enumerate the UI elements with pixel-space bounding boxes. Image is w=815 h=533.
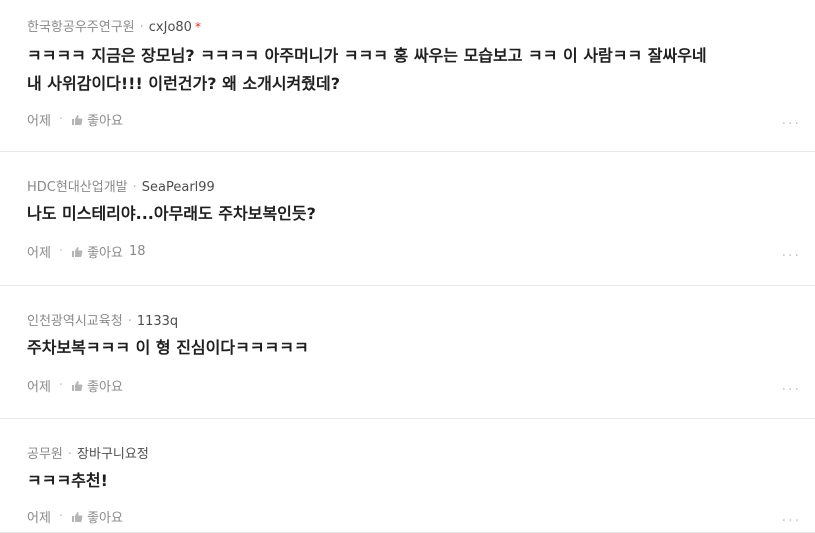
comment-username[interactable]: 장바구니요정 — [77, 447, 149, 462]
footer-separator: · — [58, 378, 64, 393]
like-button[interactable]: 좋아요 — [71, 376, 123, 395]
comment-text: 주차보복ㅋㅋㅋ 이 형 진심이다ㅋㅋㅋㅋㅋ — [27, 334, 795, 362]
comment-username[interactable]: SeaPearl99 — [142, 180, 215, 195]
comment-time: 어제 — [27, 511, 51, 526]
comment-time: 어제 — [27, 246, 51, 261]
footer-separator: · — [58, 509, 64, 524]
meta-separator: · — [132, 180, 137, 195]
meta-separator: · — [139, 20, 144, 35]
comment-org: HDC현대산업개발 — [27, 180, 128, 195]
comment-meta: 한국항공우주연구원 · cxJo80 * — [27, 16, 201, 35]
comment-text-line: 나도 미스테리야...아무래도 주차보복인듯? — [27, 204, 316, 223]
comment-org: 한국항공우주연구원 — [27, 20, 135, 35]
more-options-button[interactable]: ... — [782, 244, 801, 260]
comment-text-line: 내 사위감이다!!! 이런건가? 왜 소개시켜줬데? — [27, 74, 340, 93]
comment-item: HDC현대산업개발 · SeaPearl99 나도 미스테리야...아무래도 주차보… — [0, 152, 815, 286]
comment-meta: 인천광역시교육청 · 1133q — [27, 310, 178, 329]
comment-footer: 어제 · 좋아요 — [27, 507, 123, 526]
like-button[interactable]: 좋아요 — [71, 110, 123, 129]
comment-meta: 공무원 · 장바구니요정 — [27, 443, 149, 462]
more-options-button[interactable]: ... — [782, 378, 801, 394]
thumbs-up-icon — [72, 246, 83, 257]
comment-item: 인천광역시교육청 · 1133q 주차보복ㅋㅋㅋ 이 형 진심이다ㅋㅋㅋㅋㅋ 어제 … — [0, 286, 815, 419]
like-label: 좋아요 — [87, 114, 123, 129]
comment-org: 공무원 — [27, 447, 63, 462]
comment-text-line: ㅋㅋㅋㅋ 지금은 장모님? ㅋㅋㅋㅋ 아주머니가 ㅋㅋㅋ 홍 싸우는 모습보고 … — [27, 46, 707, 65]
comment-meta: HDC현대산업개발 · SeaPearl99 — [27, 176, 215, 195]
like-count: 18 — [128, 244, 146, 259]
meta-separator: · — [127, 314, 132, 329]
comment-username[interactable]: 1133q — [137, 314, 178, 329]
thumbs-up-icon — [72, 114, 83, 125]
more-options-button[interactable]: ... — [782, 112, 801, 128]
comment-text-line: 주차보복ㅋㅋㅋ 이 형 진심이다ㅋㅋㅋㅋㅋ — [27, 338, 309, 357]
like-label: 좋아요 — [87, 511, 123, 526]
comment-item: 공무원 · 장바구니요정 ㅋㅋㅋ추천! 어제 · 좋아요 ... — [0, 419, 815, 533]
more-options-button[interactable]: ... — [782, 509, 801, 525]
footer-separator: · — [58, 112, 64, 127]
like-button[interactable]: 좋아요 — [71, 507, 123, 526]
comment-username[interactable]: cxJo80 — [149, 20, 192, 35]
new-badge: * — [194, 20, 201, 34]
comment-text: 나도 미스테리야...아무래도 주차보복인듯? — [27, 200, 795, 228]
comment-time: 어제 — [27, 114, 51, 129]
like-label: 좋아요 — [87, 246, 123, 261]
thumbs-up-icon — [72, 380, 83, 391]
meta-separator: · — [67, 447, 73, 462]
comment-text: ㅋㅋㅋㅋ 지금은 장모님? ㅋㅋㅋㅋ 아주머니가 ㅋㅋㅋ 홍 싸우는 모습보고 … — [27, 42, 795, 98]
comment-text-line: ㅋㅋㅋ추천! — [27, 471, 108, 490]
comment-item: 한국항공우주연구원 · cxJo80 * ㅋㅋㅋㅋ 지금은 장모님? ㅋㅋㅋㅋ 아주머… — [0, 0, 815, 152]
like-label: 좋아요 — [87, 380, 123, 395]
comment-org: 인천광역시교육청 — [27, 314, 123, 329]
comment-footer: 어제 · 좋아요 — [27, 110, 123, 129]
thumbs-up-icon — [72, 511, 83, 522]
comment-time: 어제 — [27, 380, 51, 395]
comment-footer: 어제 · 좋아요 — [27, 376, 123, 395]
comment-text: ㅋㅋㅋ추천! — [27, 467, 795, 495]
footer-separator: · — [58, 244, 64, 259]
like-button[interactable]: 좋아요 18 — [71, 242, 146, 261]
comment-footer: 어제 · 좋아요 18 — [27, 242, 146, 261]
